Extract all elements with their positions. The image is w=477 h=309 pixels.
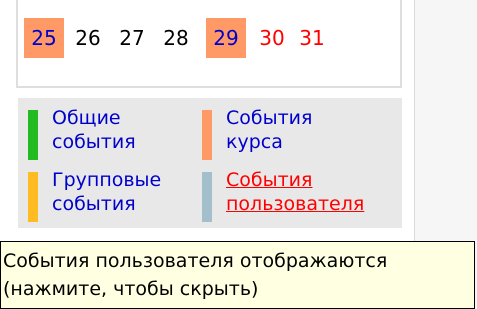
- calendar-day-30: 30: [259, 26, 285, 50]
- tooltip: События пользователя отображаются (нажми…: [0, 241, 475, 309]
- tooltip-line-1: События пользователя отображаются: [3, 250, 388, 272]
- course-events-color-swatch: [202, 110, 212, 160]
- calendar-day-29[interactable]: 29: [206, 18, 246, 58]
- user-events-color-swatch: [202, 172, 212, 222]
- global-events-color-swatch: [28, 110, 38, 160]
- group-events-color-swatch: [28, 172, 38, 222]
- legend-label-course-events[interactable]: События курса: [226, 106, 396, 154]
- legend-label-user-events[interactable]: События пользователя: [226, 168, 396, 216]
- calendar-day-31: 31: [299, 26, 325, 50]
- events-legend: Общие события События курса Групповые со…: [18, 98, 402, 228]
- calendar-day-26: 26: [75, 26, 101, 50]
- calendar-week-row: 25 26 27 28 29 30 31: [18, 18, 400, 58]
- calendar-day-27: 27: [119, 26, 145, 50]
- calendar-day-28: 28: [163, 26, 189, 50]
- legend-label-group-events[interactable]: Групповые события: [52, 168, 222, 216]
- calendar-month-grid: 25 26 27 28 29 30 31: [16, 0, 402, 88]
- tooltip-line-2: (нажмите, чтобы скрыть): [3, 278, 259, 300]
- calendar-day-25[interactable]: 25: [24, 18, 64, 58]
- legend-label-global-events[interactable]: Общие события: [52, 106, 222, 154]
